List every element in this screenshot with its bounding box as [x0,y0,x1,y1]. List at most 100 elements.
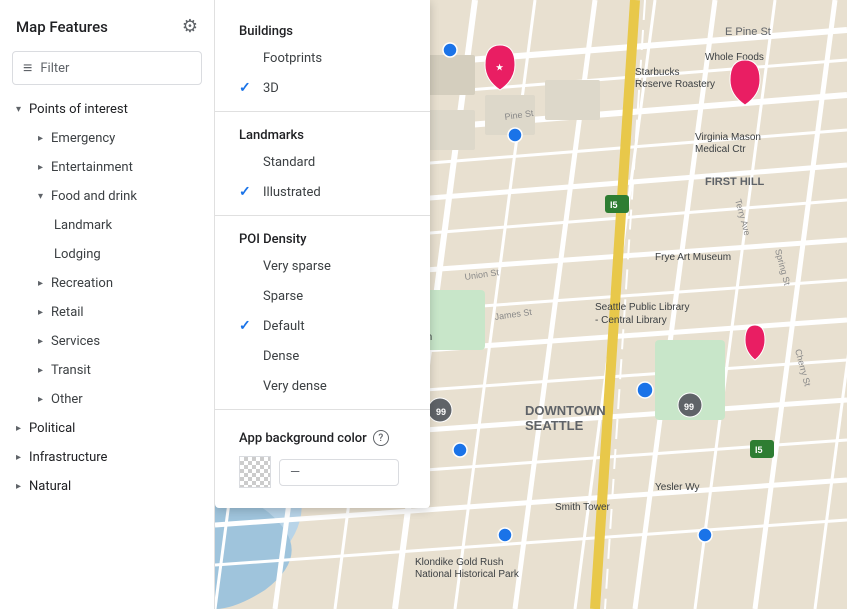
svg-text:I5: I5 [755,445,763,455]
color-picker-row: — [239,456,406,488]
sidebar-item-lodging[interactable]: Lodging [0,240,214,269]
svg-text:Frye Art Museum: Frye Art Museum [655,252,731,263]
chevron-right-icon: ▸ [38,307,43,318]
check-icon-dense [239,348,255,364]
map-area[interactable]: E Pine St Westlake Center Whole Foods Vi… [215,0,847,609]
svg-text:Smith Tower: Smith Tower [555,502,611,513]
chevron-right-icon: ▸ [38,278,43,289]
svg-text:99: 99 [436,407,446,417]
chevron-right-icon: ▸ [38,394,43,405]
svg-text:★: ★ [496,63,504,72]
chevron-right-icon: ▸ [38,133,43,144]
check-icon-3d: ✓ [239,80,255,96]
sidebar-item-emergency[interactable]: ▸ Emergency [0,124,214,153]
dropdown-item-standard[interactable]: Standard [215,147,430,177]
check-icon-standard [239,154,255,170]
sidebar-item-recreation[interactable]: ▸ Recreation [0,269,214,298]
divider-1 [215,111,430,112]
svg-text:SEATTLE: SEATTLE [525,418,584,433]
svg-text:E Pine St: E Pine St [725,26,771,38]
svg-text:Starbucks: Starbucks [635,67,679,78]
color-swatch-transparent[interactable] [239,456,271,488]
gear-icon[interactable]: ⚙ [182,16,198,37]
sidebar-item-label: Natural [29,479,71,494]
dropdown-item-very-sparse[interactable]: Very sparse [215,251,430,281]
sidebar-header: Map Features ⚙ [0,0,214,45]
sidebar-item-label: Food and drink [51,189,137,204]
sidebar-item-food-and-drink[interactable]: ▾ Food and drink [0,182,214,211]
sidebar-item-label: Transit [51,363,91,378]
sidebar-item-label: Other [51,392,83,407]
dropdown-item-sparse[interactable]: Sparse [215,281,430,311]
check-icon-default: ✓ [239,318,255,334]
svg-text:Whole Foods: Whole Foods [705,52,764,63]
check-icon-very-dense [239,378,255,394]
dropdown-item-footprints[interactable]: Footprints [215,43,430,73]
sidebar-item-retail[interactable]: ▸ Retail [0,298,214,327]
check-icon-illustrated: ✓ [239,184,255,200]
svg-text:National Historical Park: National Historical Park [415,569,520,580]
app-bg-section: App background color ? — [215,418,430,488]
dropdown-item-label: Dense [263,349,299,364]
sidebar-item-points-of-interest[interactable]: ▾ Points of interest [0,95,214,124]
dropdown-item-label: Footprints [263,51,322,66]
dropdown-panel: Buildings Footprints ✓ 3D Landmarks Stan… [215,0,430,508]
app-bg-label-text: App background color [239,431,367,446]
chevron-down-icon: ▾ [16,104,21,115]
dropdown-item-label: Very sparse [263,259,331,274]
dropdown-item-illustrated[interactable]: ✓ Illustrated [215,177,430,207]
dropdown-item-label: Illustrated [263,185,321,200]
filter-row: ≡ Filter [0,45,214,95]
svg-text:99: 99 [684,402,694,412]
sidebar-item-infrastructure[interactable]: ▸ Infrastructure [0,443,214,472]
svg-text:Klondike Gold Rush: Klondike Gold Rush [415,557,503,568]
dropdown-item-default[interactable]: ✓ Default [215,311,430,341]
sidebar-item-political[interactable]: ▸ Political [0,414,214,443]
app-bg-label: App background color ? [239,430,406,446]
svg-text:I5: I5 [610,200,618,210]
dropdown-item-very-dense[interactable]: Very dense [215,371,430,401]
dropdown-item-label: Default [263,319,305,334]
check-icon-sparse [239,288,255,304]
nav-section: ▾ Points of interest ▸ Emergency ▸ Enter… [0,95,214,501]
chevron-right-icon: ▸ [38,162,43,173]
sidebar-item-label: Infrastructure [29,450,107,465]
chevron-right-icon: ▸ [16,481,21,492]
svg-text:DOWNTOWN: DOWNTOWN [525,403,606,418]
sidebar-item-transit[interactable]: ▸ Transit [0,356,214,385]
help-icon[interactable]: ? [373,430,389,446]
landmarks-section-title: Landmarks [215,120,430,147]
sidebar-item-services[interactable]: ▸ Services [0,327,214,356]
sidebar-item-label: Landmark [54,218,112,233]
sidebar-item-label: Services [51,334,100,349]
chevron-right-icon: ▸ [38,365,43,376]
sidebar-item-label: Lodging [54,247,101,262]
sidebar-item-other[interactable]: ▸ Other [0,385,214,414]
dropdown-item-3d[interactable]: ✓ 3D [215,73,430,103]
sidebar-item-label: Points of interest [29,102,128,117]
dropdown-item-label: Very dense [263,379,327,394]
poi-density-section-title: POI Density [215,224,430,251]
filter-label: Filter [40,61,69,76]
svg-text:Seattle Public Library: Seattle Public Library [595,302,690,313]
svg-text:Virginia Mason: Virginia Mason [695,132,761,143]
sidebar-item-landmark[interactable]: Landmark [0,211,214,240]
svg-text:Yesler Wy: Yesler Wy [655,482,700,493]
help-icon-label: ? [378,433,383,444]
sidebar-item-label: Emergency [51,131,115,146]
sidebar-item-label: Entertainment [51,160,133,175]
divider-2 [215,215,430,216]
check-icon-footprints [239,50,255,66]
dropdown-item-label: Standard [263,155,315,170]
sidebar: Map Features ⚙ ≡ Filter ▾ Points of inte… [0,0,215,609]
chevron-right-icon: ▸ [16,423,21,434]
color-input[interactable]: — [279,459,399,486]
sidebar-item-entertainment[interactable]: ▸ Entertainment [0,153,214,182]
chevron-right-icon: ▸ [38,336,43,347]
sidebar-title: Map Features [16,18,108,36]
dropdown-item-dense[interactable]: Dense [215,341,430,371]
sidebar-item-label: Political [29,421,75,436]
sidebar-item-natural[interactable]: ▸ Natural [0,472,214,501]
filter-input[interactable]: ≡ Filter [12,51,202,85]
color-value: — [290,465,300,480]
